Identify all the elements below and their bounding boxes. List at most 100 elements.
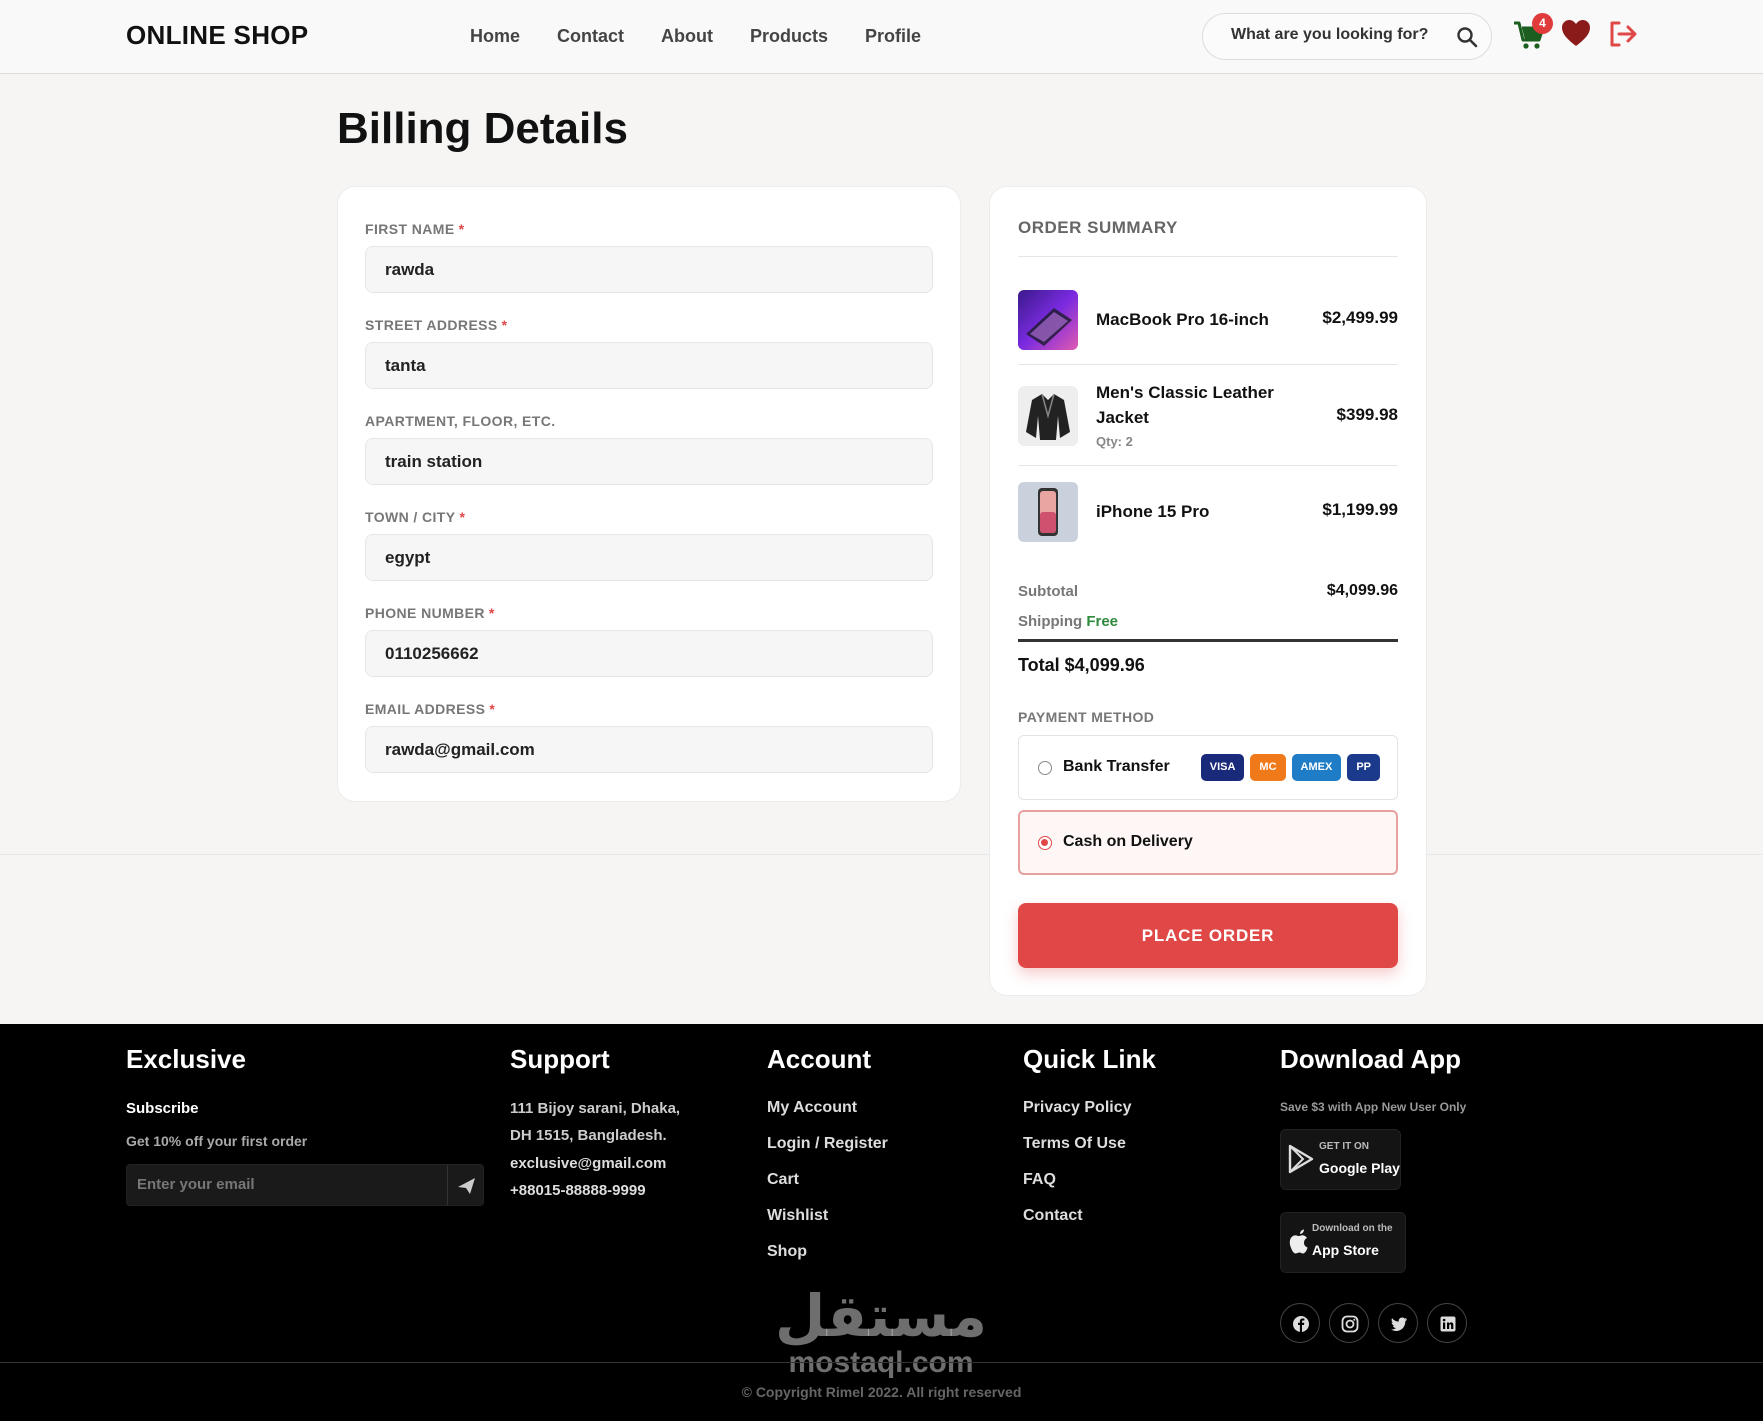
macbook-thumbnail [1018, 290, 1078, 350]
nav-links: Home Contact About Products Profile [470, 26, 921, 47]
card-badges: VISA MC AMEX PP [1200, 754, 1380, 781]
app-store-button[interactable]: Download on the App Store [1280, 1212, 1406, 1273]
footer-download-title: Download App [1280, 1044, 1462, 1074]
street-address-input[interactable] [365, 342, 933, 389]
instagram-icon[interactable] [1329, 1303, 1369, 1343]
footer: Exclusive Subscribe Get 10% off your fir… [0, 1024, 1763, 1421]
footer-support-title: Support [510, 1044, 610, 1074]
item-qty: Qty: 2 [1096, 434, 1133, 449]
footer-link-contact[interactable]: Contact [1023, 1207, 1083, 1225]
subtotal-label: Subtotal [1018, 583, 1078, 600]
billing-form: FIRST NAME* STREET ADDRESS* APARTMENT, F… [337, 186, 961, 802]
radio-button[interactable] [1038, 836, 1052, 850]
google-play-small-text: GET IT ON [1319, 1141, 1369, 1152]
divider [1018, 364, 1398, 365]
paypal-badge: PP [1347, 754, 1380, 781]
phone-number-input[interactable] [365, 630, 933, 677]
apartment-label: APARTMENT, FLOOR, ETC. [365, 413, 556, 429]
footer-link-login-register[interactable]: Login / Register [767, 1135, 888, 1153]
email-address-input[interactable] [365, 726, 933, 773]
footer-link-privacy-policy[interactable]: Privacy Policy [1023, 1099, 1132, 1117]
logout-icon[interactable] [1607, 19, 1637, 54]
app-store-small-text: Download on the [1312, 1223, 1393, 1234]
support-phone[interactable]: +88015-88888-9999 [510, 1182, 646, 1199]
support-email[interactable]: exclusive@gmail.com [510, 1155, 666, 1172]
street-address-label: STREET ADDRESS * [365, 317, 508, 333]
apartment-input[interactable] [365, 438, 933, 485]
iphone-thumbnail [1018, 482, 1078, 542]
visa-badge: VISA [1200, 754, 1245, 781]
send-icon[interactable] [447, 1165, 483, 1205]
first-name-input[interactable] [365, 246, 933, 293]
footer-link-faq[interactable]: FAQ [1023, 1171, 1056, 1189]
subscribe-form [126, 1164, 484, 1206]
watermark-arabic: مستقل [774, 1284, 988, 1349]
nav-link-home[interactable]: Home [470, 26, 520, 47]
footer-link-my-account[interactable]: My Account [767, 1099, 857, 1117]
footer-account-title: Account [767, 1044, 871, 1074]
phone-number-label: PHONE NUMBER * [365, 605, 495, 621]
jacket-thumbnail [1018, 386, 1078, 446]
shipping-row: Shipping Free [1018, 613, 1118, 630]
payment-option-label: Bank Transfer [1063, 758, 1170, 775]
footer-exclusive-title: Exclusive [126, 1044, 246, 1074]
street-address-field: STREET ADDRESS * [365, 317, 933, 389]
footer-link-wishlist[interactable]: Wishlist [767, 1207, 828, 1225]
apartment-field: APARTMENT, FLOOR, ETC. [365, 413, 933, 485]
brand-logo[interactable]: ONLINE SHOP [126, 20, 308, 51]
payment-method-label: PAYMENT METHOD [1018, 709, 1155, 725]
nav-link-about[interactable]: About [661, 26, 713, 47]
item-name: iPhone 15 Pro [1096, 502, 1210, 521]
item-price: $2,499.99 [1322, 308, 1398, 327]
app-offer-note: Save $3 with App New User Only [1280, 1100, 1467, 1114]
twitter-icon[interactable] [1378, 1303, 1418, 1343]
subscribe-email-input[interactable] [137, 1176, 437, 1193]
nav-link-contact[interactable]: Contact [557, 26, 624, 47]
payment-option-cash-on-delivery[interactable]: Cash on Delivery [1018, 810, 1398, 875]
linkedin-icon[interactable] [1427, 1303, 1467, 1343]
footer-link-cart[interactable]: Cart [767, 1171, 799, 1189]
google-play-big-text: Google Play [1319, 1160, 1400, 1176]
town-city-field: TOWN / CITY * [365, 509, 933, 581]
email-address-label: EMAIL ADDRESS * [365, 701, 496, 717]
email-address-field: EMAIL ADDRESS * [365, 701, 933, 773]
footer-quick-link-title: Quick Link [1023, 1044, 1156, 1074]
page-title: Billing Details [337, 104, 628, 153]
item-price: $1,199.99 [1322, 500, 1398, 519]
town-city-label: TOWN / CITY * [365, 509, 466, 525]
facebook-icon[interactable] [1280, 1303, 1320, 1343]
search-input[interactable] [1231, 26, 1446, 44]
place-order-button[interactable]: PLACE ORDER [1018, 903, 1398, 968]
divider [1018, 639, 1398, 642]
order-summary: ORDER SUMMARY MacBook Pro 16-inch $2,499… [989, 186, 1427, 996]
navbar: ONLINE SHOP Home Contact About Products … [0, 0, 1763, 74]
cart-count-badge: 4 [1532, 13, 1553, 34]
item-name: Men's Classic Leather Jacket [1096, 383, 1274, 427]
heart-icon[interactable] [1561, 19, 1591, 52]
footer-link-shop[interactable]: Shop [767, 1243, 807, 1261]
shipping-value: Free [1086, 613, 1119, 630]
radio-button[interactable] [1038, 761, 1052, 775]
nav-link-profile[interactable]: Profile [865, 26, 921, 47]
divider [0, 1362, 1763, 1363]
phone-number-field: PHONE NUMBER * [365, 605, 933, 677]
subtotal-value: $4,099.96 [1326, 582, 1398, 599]
shipping-label: Shipping [1018, 613, 1083, 630]
item-price: $399.98 [1336, 405, 1398, 424]
nav-link-products[interactable]: Products [750, 26, 828, 47]
item-name: MacBook Pro 16-inch [1096, 310, 1269, 329]
mastercard-badge: MC [1250, 754, 1286, 781]
search-icon[interactable] [1456, 26, 1478, 53]
google-play-button[interactable]: GET IT ON Google Play [1280, 1129, 1401, 1190]
first-name-field: FIRST NAME * [365, 221, 933, 293]
total-text: Total $4,099.96 [1018, 655, 1145, 675]
copyright-text: © Copyright Rimel 2022. All right reserv… [741, 1384, 1022, 1400]
app-store-big-text: App Store [1312, 1242, 1379, 1258]
town-city-input[interactable] [365, 534, 933, 581]
divider [0, 854, 1763, 855]
subscribe-heading: Subscribe [126, 1100, 199, 1117]
footer-link-terms-of-use[interactable]: Terms Of Use [1023, 1135, 1126, 1153]
subscribe-offer: Get 10% off your first order [126, 1133, 308, 1149]
watermark-latin: mostaql.com [788, 1346, 974, 1379]
payment-option-bank-transfer[interactable]: Bank Transfer VISA MC AMEX PP [1018, 735, 1398, 800]
